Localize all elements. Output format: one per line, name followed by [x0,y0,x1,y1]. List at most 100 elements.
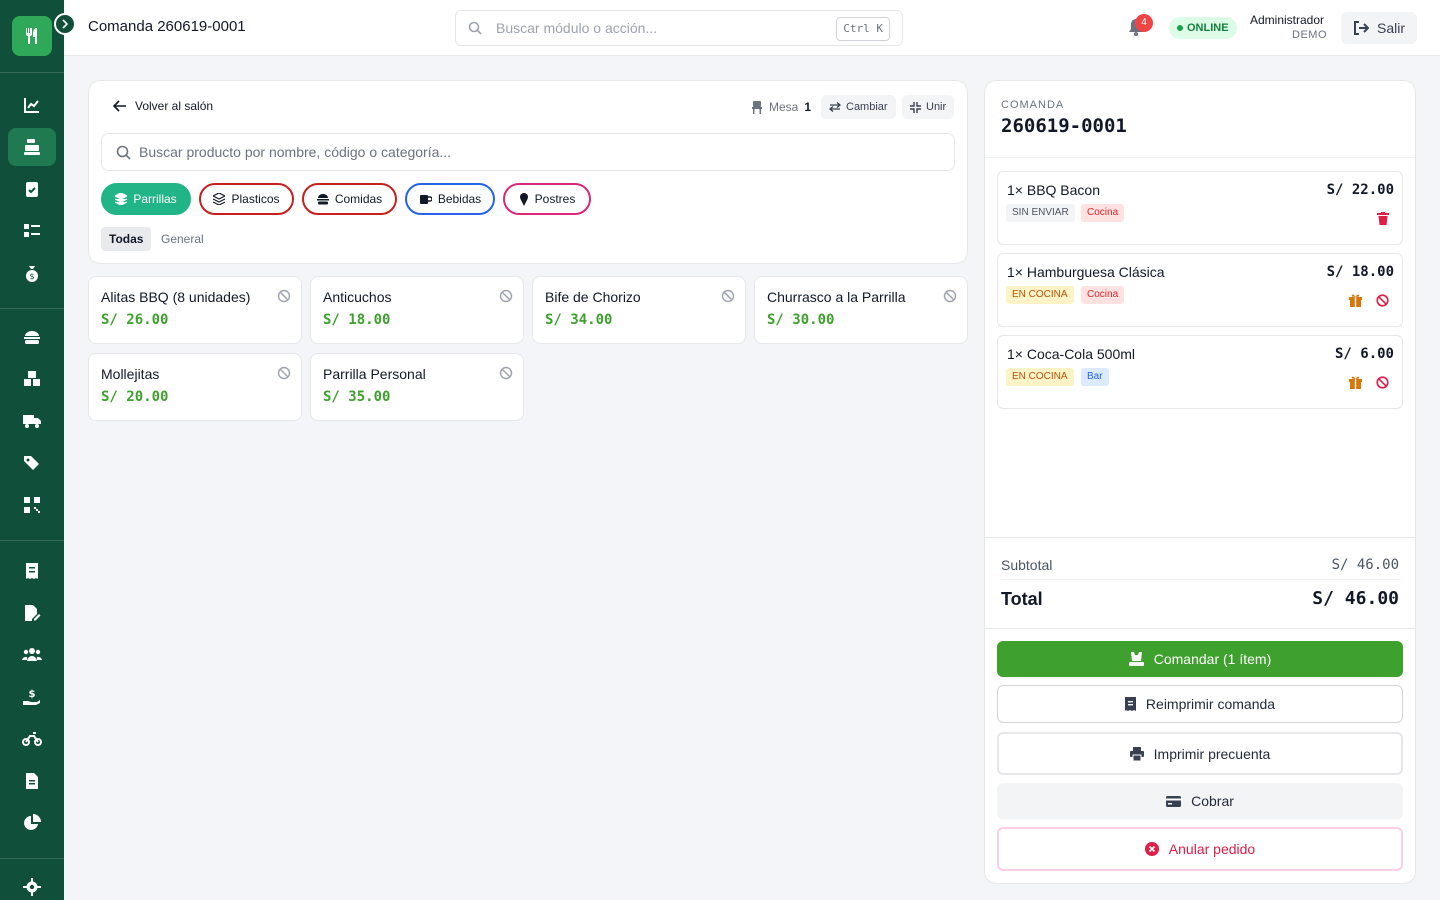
layers-icon [115,193,128,205]
logout-button[interactable]: Salir [1341,12,1417,44]
charge-button[interactable]: Cobrar [997,783,1403,819]
sidebar-item-qr[interactable] [8,486,56,524]
sidebar-item-reports[interactable] [8,762,56,800]
mug-icon [419,195,432,204]
file-icon [26,773,38,789]
user-name: Administrador [1250,13,1325,27]
product-card[interactable]: Alitas BBQ (8 unidades) S/ 26.00 [88,276,302,344]
category-parrillas[interactable]: Parrillas [101,183,191,215]
sidebar-item-customers[interactable] [8,636,56,674]
ban-icon[interactable] [721,289,735,303]
join-tables-label: Unir [926,101,947,113]
order-item-name: 1× BBQ Bacon [1007,182,1101,198]
sidebar-item-pos[interactable] [8,128,56,166]
sidebar-item-settings[interactable] [8,868,56,900]
order-item[interactable]: 1× Hamburguesa Clásica S/ 18.00 EN COCIN… [997,253,1403,327]
category-plasticos[interactable]: Plasticos [199,183,294,215]
ban-icon[interactable] [1376,376,1389,389]
table-indicator: Mesa 1 [751,100,811,114]
sidebar-item-suppliers[interactable] [8,402,56,440]
cancel-order-button[interactable]: Anular pedido [997,827,1403,871]
sidebar-item-dashboard[interactable] [8,86,56,124]
subcategory-todas[interactable]: Todas [101,227,152,251]
logout-label: Salir [1376,20,1405,36]
user-role: DEMO [1292,29,1327,41]
item-station-badge: Bar [1081,368,1109,386]
product-price: S/ 30.00 [767,312,835,328]
trash-icon[interactable] [1377,212,1389,225]
sidebar-item-documents[interactable] [8,594,56,632]
sidebar-item-payments[interactable]: $ [8,678,56,716]
chair-icon [752,100,762,114]
join-tables-button[interactable]: Unir [902,95,955,119]
send-order-button[interactable]: Comandar (1 ítem) [997,641,1403,677]
topbar: Comanda 260619-0001 Buscar módulo o acci… [64,0,1440,56]
order-number: 260619-0001 [1001,115,1127,137]
category-bebidas[interactable]: Bebidas [405,183,495,215]
sidebar-divider [0,540,64,541]
sidebar-item-tasks[interactable] [8,212,56,250]
exchange-icon [829,102,841,112]
product-card[interactable]: Churrasco a la Parrilla S/ 30.00 [754,276,968,344]
file-signature-icon [25,605,41,621]
ban-icon[interactable] [499,366,513,380]
ban-icon[interactable] [277,366,291,380]
gear-icon [23,878,41,896]
order-item[interactable]: 1× Coca-Cola 500ml S/ 6.00 EN COCINA Bar [997,335,1403,409]
status-badge: ONLINE [1169,17,1237,39]
burger-icon [24,331,40,344]
sidebar-item-promotions[interactable] [8,444,56,482]
boxes-icon [24,371,40,386]
chart-line-icon [24,98,39,113]
category-label: Comidas [334,192,383,206]
back-to-hall-link[interactable]: Volver al salón [113,99,213,113]
product-name: Parrilla Personal [323,366,426,382]
product-price: S/ 26.00 [101,312,169,328]
reprint-order-button[interactable]: Reimprimir comanda [997,685,1403,723]
order-item-price: S/ 18.00 [1326,264,1394,280]
users-icon [22,648,42,661]
sidebar-item-delivery[interactable] [8,720,56,758]
money-bag-icon: $ [26,266,38,282]
ban-icon[interactable] [277,289,291,303]
reprint-order-label: Reimprimir comanda [1145,696,1276,712]
product-card[interactable]: Parrilla Personal S/ 35.00 [310,353,524,421]
sidebar-item-receipts[interactable] [8,552,56,590]
ban-icon[interactable] [499,289,513,303]
category-postres[interactable]: Postres [503,183,591,215]
app-logo[interactable] [12,16,52,56]
change-table-button[interactable]: Cambiar [821,95,896,119]
utensils-icon [26,28,37,44]
product-name: Mollejitas [101,366,160,382]
ban-icon[interactable] [943,289,957,303]
sidebar-expand-button[interactable] [54,13,76,35]
gift-icon[interactable] [1349,294,1362,307]
products-panel: Volver al salón Mesa 1 Cambiar Unir Busc… [88,80,968,264]
compress-icon [910,101,921,113]
table-number: 1 [804,100,812,114]
global-search-input[interactable]: Buscar módulo o acción... Ctrl K [455,10,903,46]
order-item-price: S/ 6.00 [1334,346,1394,362]
divider [1001,579,1401,580]
print-precheck-button[interactable]: Imprimir precuenta [997,732,1403,775]
credit-card-icon [1166,795,1182,807]
product-card[interactable]: Mollejitas S/ 20.00 [88,353,302,421]
sidebar-item-products[interactable] [8,318,56,356]
notification-badge: 4 [1135,14,1153,32]
subcategory-general[interactable]: General [153,227,212,251]
sidebar-item-inventory[interactable] [8,360,56,398]
layers-icon [213,193,226,205]
product-search-input[interactable]: Buscar producto por nombre, código o cat… [101,133,955,171]
sidebar-item-orders[interactable] [8,170,56,208]
gift-icon[interactable] [1349,376,1362,389]
product-card[interactable]: Anticuchos S/ 18.00 [310,276,524,344]
sidebar-item-cash[interactable]: $ [8,254,56,292]
product-card[interactable]: Bife de Chorizo S/ 34.00 [532,276,746,344]
ban-icon[interactable] [1376,294,1389,307]
item-status-badge: SIN ENVIAR [1006,204,1075,222]
order-item[interactable]: 1× BBQ Bacon S/ 22.00 SIN ENVIAR Cocina [997,171,1403,245]
print-precheck-label: Imprimir precuenta [1153,745,1271,762]
send-order-label: Comandar (1 ítem) [1153,651,1272,667]
sidebar-item-analytics[interactable] [8,804,56,842]
category-comidas[interactable]: Comidas [302,183,397,215]
